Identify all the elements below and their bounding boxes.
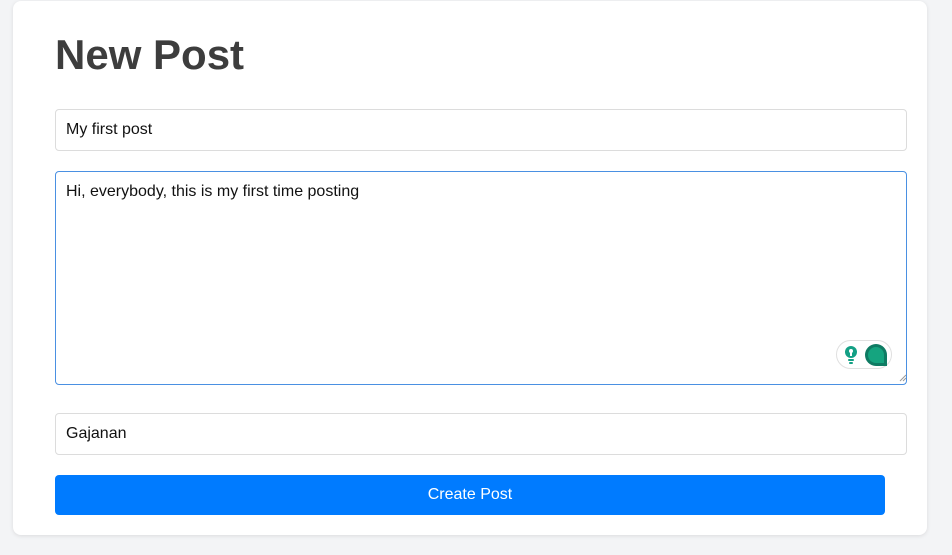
new-post-card: New Post Hi, everybody, this is my first… (13, 1, 927, 535)
create-post-button[interactable]: Create Post (55, 475, 885, 515)
post-title-input[interactable] (55, 109, 907, 151)
page-title: New Post (55, 31, 245, 78)
grammar-assistant-widget[interactable] (836, 340, 892, 369)
resize-handle-icon[interactable] (899, 374, 907, 382)
author-input[interactable] (55, 413, 907, 455)
lightbulb-icon[interactable] (843, 345, 859, 365)
post-content-textarea[interactable]: Hi, everybody, this is my first time pos… (55, 171, 907, 385)
grammar-assistant-icon[interactable] (864, 343, 888, 367)
